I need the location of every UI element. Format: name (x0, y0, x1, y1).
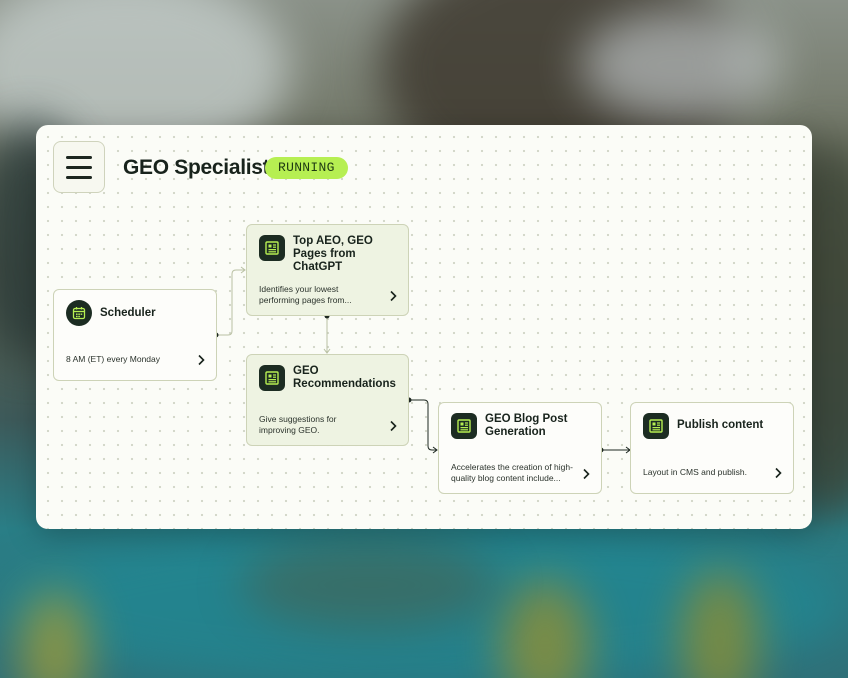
node-blog-post-generation[interactable]: GEO Blog Post Generation Accelerates the… (438, 402, 602, 494)
node-description: Identifies your lowest performing pages … (259, 284, 352, 305)
node-top-pages[interactable]: Top AEO, GEO Pages from ChatGPT Identifi… (246, 224, 409, 316)
report-icon (259, 235, 285, 261)
node-description: Give suggestions for improving GEO. (259, 414, 337, 435)
node-geo-recommendations[interactable]: GEO Recommendations Give suggestions for… (246, 354, 409, 446)
chevron-right-icon[interactable] (582, 468, 590, 480)
workflow-title: GEO Specialist (123, 156, 270, 179)
menu-button[interactable] (53, 141, 105, 193)
node-title: Top AEO, GEO Pages from ChatGPT (293, 235, 373, 273)
node-title: GEO Recommendations (293, 365, 396, 390)
calendar-icon (66, 300, 92, 326)
node-title: Publish content (677, 419, 764, 431)
chevron-right-icon[interactable] (389, 290, 397, 302)
node-title: Scheduler (100, 307, 156, 319)
chevron-right-icon[interactable] (774, 467, 782, 479)
node-description: Layout in CMS and publish. (643, 467, 747, 477)
report-icon (643, 413, 669, 439)
chevron-right-icon[interactable] (197, 354, 205, 366)
node-description: 8 AM (ET) every Monday (66, 354, 161, 364)
report-icon (451, 413, 477, 439)
workflow-canvas: GEO Specialist RUNNING Scheduler 8 AM (E… (36, 125, 812, 529)
node-title: GEO Blog Post Generation (485, 413, 568, 438)
node-publish-content[interactable]: Publish content Layout in CMS and publis… (630, 402, 794, 494)
node-description: Accelerates the creation of high-quality… (451, 462, 573, 483)
chevron-right-icon[interactable] (389, 420, 397, 432)
status-badge: RUNNING (265, 157, 348, 179)
report-icon (259, 365, 285, 391)
node-scheduler[interactable]: Scheduler 8 AM (ET) every Monday (53, 289, 217, 381)
menu-icon (66, 155, 92, 159)
